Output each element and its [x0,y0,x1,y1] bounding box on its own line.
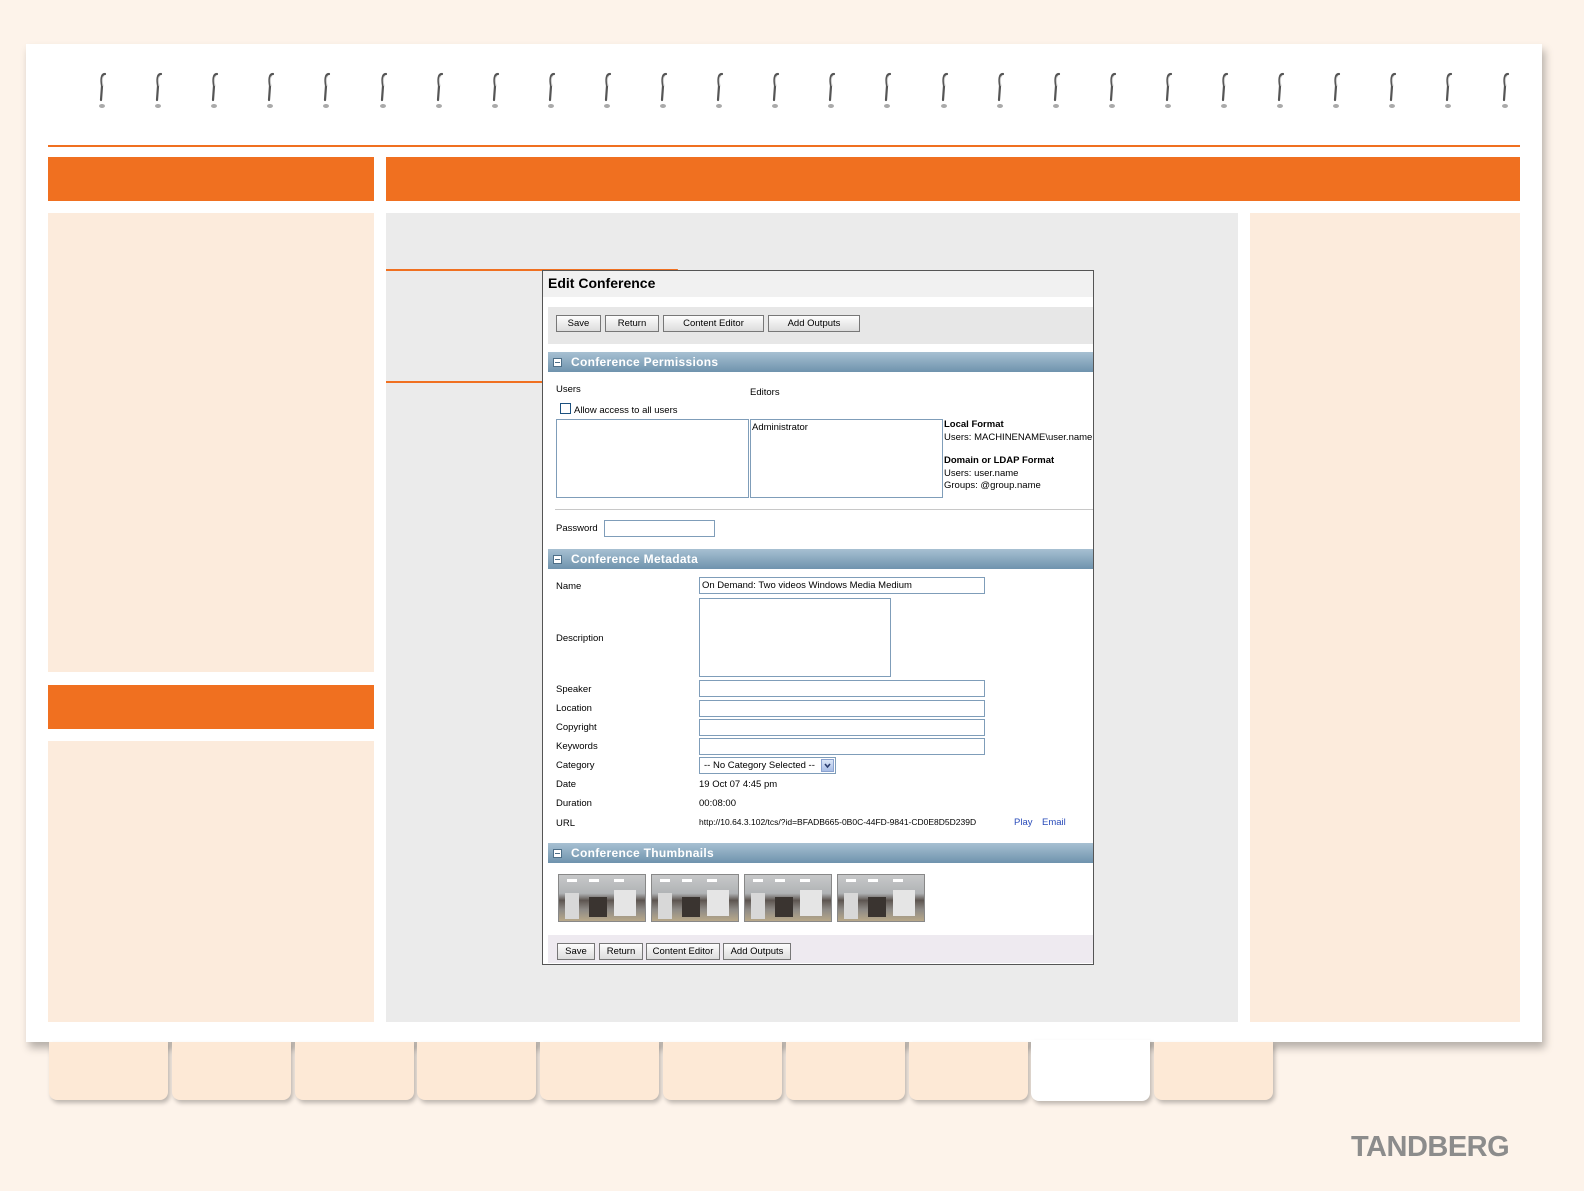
allow-all-checkbox[interactable] [560,403,571,414]
description-field[interactable] [699,598,891,677]
users-label: Users [556,384,581,395]
conference-thumbnail[interactable] [744,874,832,922]
content-editor-button-bottom[interactable]: Content Editor [646,943,720,960]
category-value: -- No Category Selected -- [704,760,815,771]
copyright-field[interactable] [699,719,985,736]
ldap-format-users: Users: user.name [944,468,1019,479]
collapse-icon[interactable] [553,849,562,858]
speaker-field[interactable] [699,680,985,697]
thumbnails-header[interactable]: Conference Thumbnails [548,843,1093,863]
users-list[interactable] [556,419,749,498]
date-label: Date [556,779,577,790]
editors-label: Editors [750,387,780,398]
metadata-heading: Conference Metadata [571,552,699,566]
local-format-users: Users: MACHINENAME\user.name [944,432,1093,443]
return-button[interactable]: Return [605,315,659,332]
tandberg-logo: TANDBERG [1351,1131,1510,1163]
password-field[interactable] [604,520,715,537]
permissions-heading: Conference Permissions [571,355,719,369]
top-toolbar: Save Return Content Editor Add Outputs [548,307,1093,344]
play-link[interactable]: Play [1014,817,1032,828]
location-field[interactable] [699,700,985,717]
content-editor-button[interactable]: Content Editor [663,315,764,332]
permissions-header[interactable]: Conference Permissions [548,352,1093,372]
window-title: Edit Conference [548,275,656,291]
url-value: http://10.64.3.102/tcs/?id=BFADB665-0B0C… [699,817,977,827]
thumbnails-heading: Conference Thumbnails [571,846,714,860]
conference-thumbnail[interactable] [837,874,925,922]
date-value: 19 Oct 07 4:45 pm [699,779,778,790]
description-label: Description [556,633,604,644]
url-label: URL [556,818,576,829]
location-label: Location [556,703,592,714]
return-button-bottom[interactable]: Return [599,943,643,960]
speaker-label: Speaker [556,684,592,695]
add-outputs-button-bottom[interactable]: Add Outputs [723,943,791,960]
name-label: Name [556,581,582,592]
save-button[interactable]: Save [556,315,601,332]
divider [555,509,1093,510]
email-link[interactable]: Email [1042,817,1066,828]
bottom-toolbar: Save Return Content Editor Add Outputs [548,935,1093,963]
conference-thumbnail[interactable] [558,874,646,922]
category-label: Category [556,760,595,771]
ldap-format-title: Domain or LDAP Format [944,455,1055,466]
local-format-title: Local Format [944,419,1004,430]
password-label: Password [556,523,598,534]
editors-item[interactable]: Administrator [752,422,808,433]
duration-value: 00:08:00 [699,798,736,809]
conference-thumbnail[interactable] [651,874,739,922]
editors-list[interactable]: Administrator [750,419,943,498]
copyright-label: Copyright [556,722,597,733]
save-button-bottom[interactable]: Save [557,943,595,960]
ldap-format-groups: Groups: @group.name [944,480,1041,491]
edit-conference-window: Edit Conference Save Return Content Edit… [542,270,1094,965]
category-select[interactable]: -- No Category Selected -- [699,757,836,774]
duration-label: Duration [556,798,592,809]
keywords-label: Keywords [556,741,598,752]
name-field[interactable]: On Demand: Two videos Windows Media Medi… [699,577,985,594]
chevron-down-icon[interactable] [821,759,834,772]
metadata-header[interactable]: Conference Metadata [548,549,1093,569]
allow-all-label: Allow access to all users [574,405,678,416]
keywords-field[interactable] [699,738,985,755]
collapse-icon[interactable] [553,358,562,367]
collapse-icon[interactable] [553,555,562,564]
add-outputs-button[interactable]: Add Outputs [768,315,860,332]
